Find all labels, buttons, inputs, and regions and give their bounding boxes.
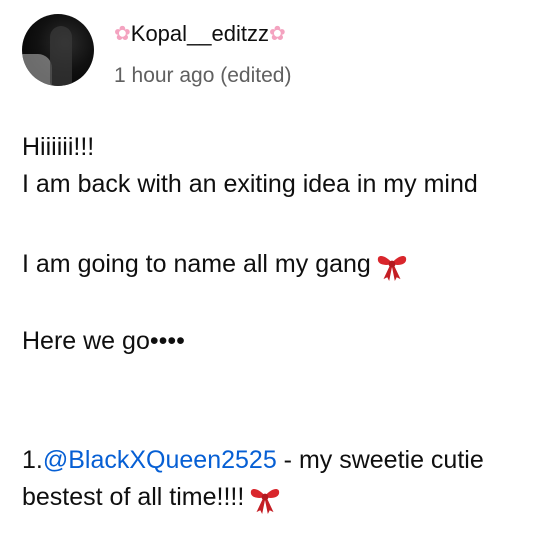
author-name[interactable]: ✿ Kopal__editzz ✿ [114, 20, 286, 48]
author-name-text: Kopal__editzz [130, 21, 269, 46]
comment-line-text: bestest of all time!!!! [22, 483, 245, 511]
timestamp: 1 hour ago (edited) [114, 64, 292, 87]
comment-line: Hiiiiii!!! [22, 133, 95, 161]
list-number: 1. [22, 446, 43, 474]
ribbon-icon [377, 256, 406, 282]
comment-line: Here we go•••• [22, 327, 185, 355]
avatar-highlight [22, 54, 52, 86]
comment-line: I am back with an exiting idea in my min… [22, 170, 478, 198]
comment-line: 1.@BlackXQueen2525 - my sweetie cutie [22, 444, 484, 476]
comment-line-text: I am going to name all my gang [22, 250, 371, 278]
avatar-figure [50, 26, 72, 86]
avatar[interactable] [22, 14, 94, 86]
comment-line-text: - my sweetie cutie [276, 446, 484, 474]
cherry-blossom-icon: ✿ [114, 23, 131, 45]
comment-post: ✿ Kopal__editzz ✿ 1 hour ago (edited) Hi… [0, 0, 560, 560]
comment-line: I am going to name all my gang [22, 248, 409, 282]
ribbon-icon [251, 489, 280, 515]
cherry-blossom-icon: ✿ [268, 23, 286, 45]
user-mention-link[interactable]: @BlackXQueen2525 [43, 446, 277, 474]
comment-line: bestest of all time!!!! [22, 481, 282, 515]
